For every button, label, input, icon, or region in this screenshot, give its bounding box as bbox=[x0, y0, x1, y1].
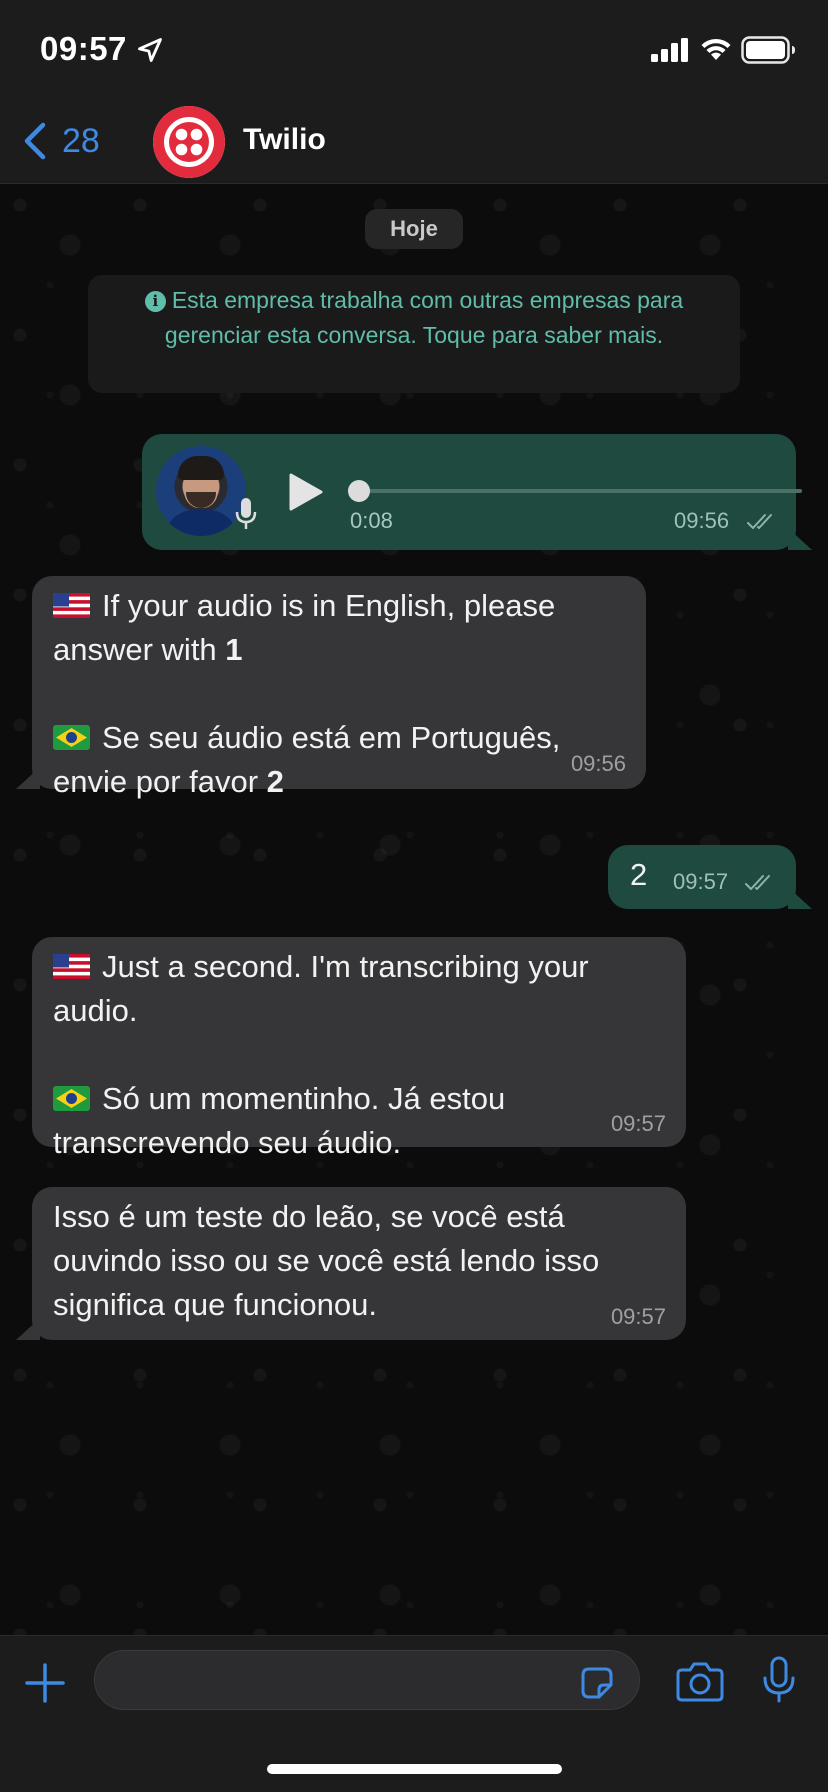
message-time: 09:56 bbox=[674, 508, 730, 533]
wifi-icon bbox=[701, 38, 731, 60]
plus-icon[interactable] bbox=[24, 1662, 66, 1704]
bubble-tail bbox=[788, 887, 812, 909]
play-icon[interactable] bbox=[288, 472, 324, 512]
audio-message[interactable]: 0:08 09:56 bbox=[142, 434, 812, 550]
contact-avatar[interactable] bbox=[153, 106, 225, 178]
message-time: 09:57 bbox=[610, 1111, 666, 1136]
message-time: 09:56 bbox=[570, 751, 626, 776]
outgoing-message[interactable]: 2 09:57 bbox=[608, 845, 812, 909]
audio-progress-knob[interactable] bbox=[348, 480, 370, 502]
sticker-icon[interactable] bbox=[580, 1666, 614, 1700]
message-text: 2 bbox=[630, 857, 648, 892]
unread-count: 28 bbox=[62, 121, 100, 160]
incoming-message[interactable]: Just a second. I'm transcribing your aud… bbox=[32, 937, 686, 1160]
audio-progress-track[interactable] bbox=[350, 489, 802, 493]
read-receipt-icon bbox=[747, 514, 772, 529]
incoming-message[interactable]: Isso é um teste do leão, se você está ou… bbox=[16, 1187, 686, 1340]
audio-duration: 0:08 bbox=[350, 508, 393, 533]
microphone-icon[interactable] bbox=[762, 1656, 796, 1704]
bubble-tail bbox=[16, 767, 40, 789]
message-input-field[interactable] bbox=[94, 1650, 640, 1710]
info-icon: i bbox=[144, 291, 166, 312]
cellular-signal-icon bbox=[651, 38, 688, 62]
brazil-flag-icon bbox=[53, 725, 90, 750]
message-text: Isso é um teste do leão, se você está ou… bbox=[53, 1199, 600, 1322]
us-flag-icon bbox=[53, 593, 90, 618]
us-flag-icon bbox=[53, 954, 90, 979]
status-bar: 09:57 bbox=[0, 0, 828, 98]
bubble-tail bbox=[16, 1318, 40, 1340]
sender-avatar bbox=[156, 446, 246, 536]
message-time: 09:57 bbox=[610, 1304, 666, 1329]
date-separator: Hoje bbox=[365, 209, 463, 249]
message-time: 09:57 bbox=[673, 869, 729, 894]
incoming-message[interactable]: If your audio is in English, please answ… bbox=[16, 576, 646, 799]
chevron-left-icon bbox=[24, 122, 46, 160]
chat-header: 28 Twilio bbox=[0, 98, 828, 184]
message-input[interactable] bbox=[95, 1651, 565, 1707]
home-indicator bbox=[267, 1764, 562, 1774]
read-receipt-icon bbox=[745, 875, 770, 890]
business-notice-text: Esta empresa trabalha com outras empresa… bbox=[164, 287, 684, 348]
location-arrow-icon bbox=[138, 38, 162, 62]
message-text: If your audio is in English, please answ… bbox=[53, 588, 561, 799]
message-list[interactable]: Hoje i Esta empresa trabalha com outras e… bbox=[0, 185, 828, 1635]
status-time: 09:57 bbox=[40, 30, 127, 67]
twilio-logo-icon bbox=[153, 106, 225, 178]
microphone-icon bbox=[235, 498, 257, 529]
battery-icon bbox=[741, 36, 795, 64]
bubble-tail bbox=[788, 528, 812, 550]
contact-name[interactable]: Twilio bbox=[243, 123, 326, 157]
back-button[interactable]: 28 bbox=[22, 118, 122, 164]
brazil-flag-icon bbox=[53, 1086, 90, 1111]
camera-icon[interactable] bbox=[676, 1660, 724, 1702]
message-text: Just a second. I'm transcribing your aud… bbox=[53, 949, 589, 1160]
business-notice[interactable]: i Esta empresa trabalha com outras empres… bbox=[88, 275, 740, 393]
compose-bar bbox=[0, 1635, 828, 1792]
